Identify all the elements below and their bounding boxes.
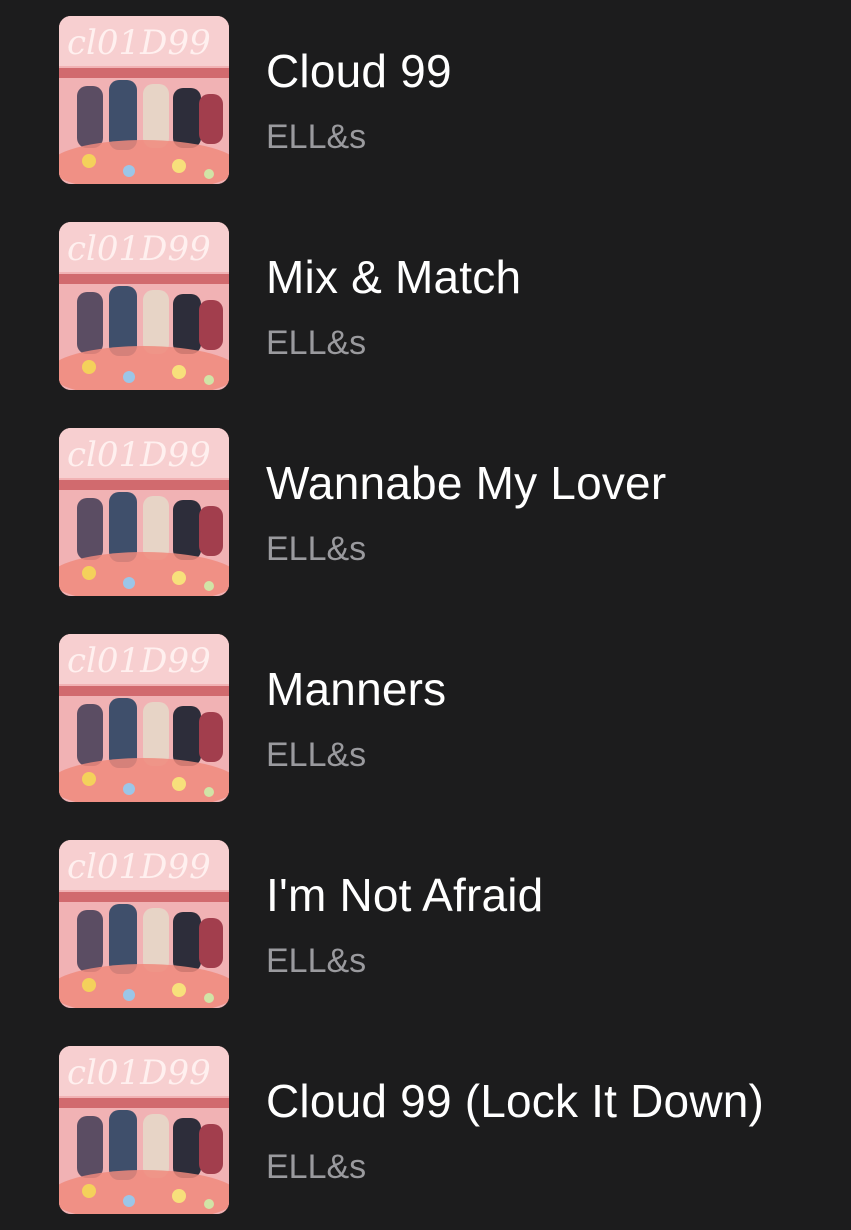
track-title: Manners bbox=[266, 663, 447, 715]
album-artwork-icon: cl01D99 bbox=[59, 1046, 229, 1214]
track-row[interactable]: cl01D99 Wannabe My Lover ELL&s bbox=[0, 412, 851, 602]
album-artwork: cl01D99 bbox=[59, 222, 229, 390]
album-artwork: cl01D99 bbox=[59, 428, 229, 596]
track-title: Cloud 99 (Lock It Down) bbox=[266, 1075, 765, 1127]
track-row[interactable]: cl01D99 Mix & Match ELL&s bbox=[0, 206, 851, 396]
album-artwork: cl01D99 bbox=[59, 1046, 229, 1214]
album-artwork-icon: cl01D99 bbox=[59, 428, 229, 596]
album-artwork: cl01D99 bbox=[59, 840, 229, 1008]
track-artist: ELL&s bbox=[266, 118, 367, 156]
album-artwork-icon: cl01D99 bbox=[59, 16, 229, 184]
track-row[interactable]: cl01D99 I'm Not Afraid ELL&s bbox=[0, 824, 851, 1014]
track-artist: ELL&s bbox=[266, 324, 367, 362]
track-title: I'm Not Afraid bbox=[266, 869, 544, 921]
svg-text:cl01D99: cl01D99 bbox=[67, 435, 211, 475]
track-list: cl01D99 Cloud 99 ELL&s cl01D99 Mix & Mat… bbox=[0, 0, 851, 1230]
svg-text:cl01D99: cl01D99 bbox=[67, 847, 211, 887]
track-title: Cloud 99 bbox=[266, 45, 452, 97]
album-artwork: cl01D99 bbox=[59, 634, 229, 802]
svg-text:cl01D99: cl01D99 bbox=[67, 641, 211, 681]
track-row[interactable]: cl01D99 Manners ELL&s bbox=[0, 618, 851, 808]
track-row[interactable]: cl01D99 Cloud 99 (Lock It Down) ELL&s bbox=[0, 1030, 851, 1220]
track-artist: ELL&s bbox=[266, 1148, 367, 1186]
album-artwork-icon: cl01D99 bbox=[59, 840, 229, 1008]
track-title: Wannabe My Lover bbox=[266, 457, 667, 509]
track-row[interactable]: cl01D99 Cloud 99 ELL&s bbox=[0, 0, 851, 190]
track-artist: ELL&s bbox=[266, 530, 367, 568]
svg-text:cl01D99: cl01D99 bbox=[67, 1053, 211, 1093]
track-artist: ELL&s bbox=[266, 736, 367, 774]
album-artwork-icon: cl01D99 bbox=[59, 222, 229, 390]
track-artist: ELL&s bbox=[266, 942, 367, 980]
svg-text:cl01D99: cl01D99 bbox=[67, 23, 211, 63]
track-title: Mix & Match bbox=[266, 251, 522, 303]
album-artwork-icon: cl01D99 bbox=[59, 634, 229, 802]
album-artwork: cl01D99 bbox=[59, 16, 229, 184]
svg-text:cl01D99: cl01D99 bbox=[67, 229, 211, 269]
